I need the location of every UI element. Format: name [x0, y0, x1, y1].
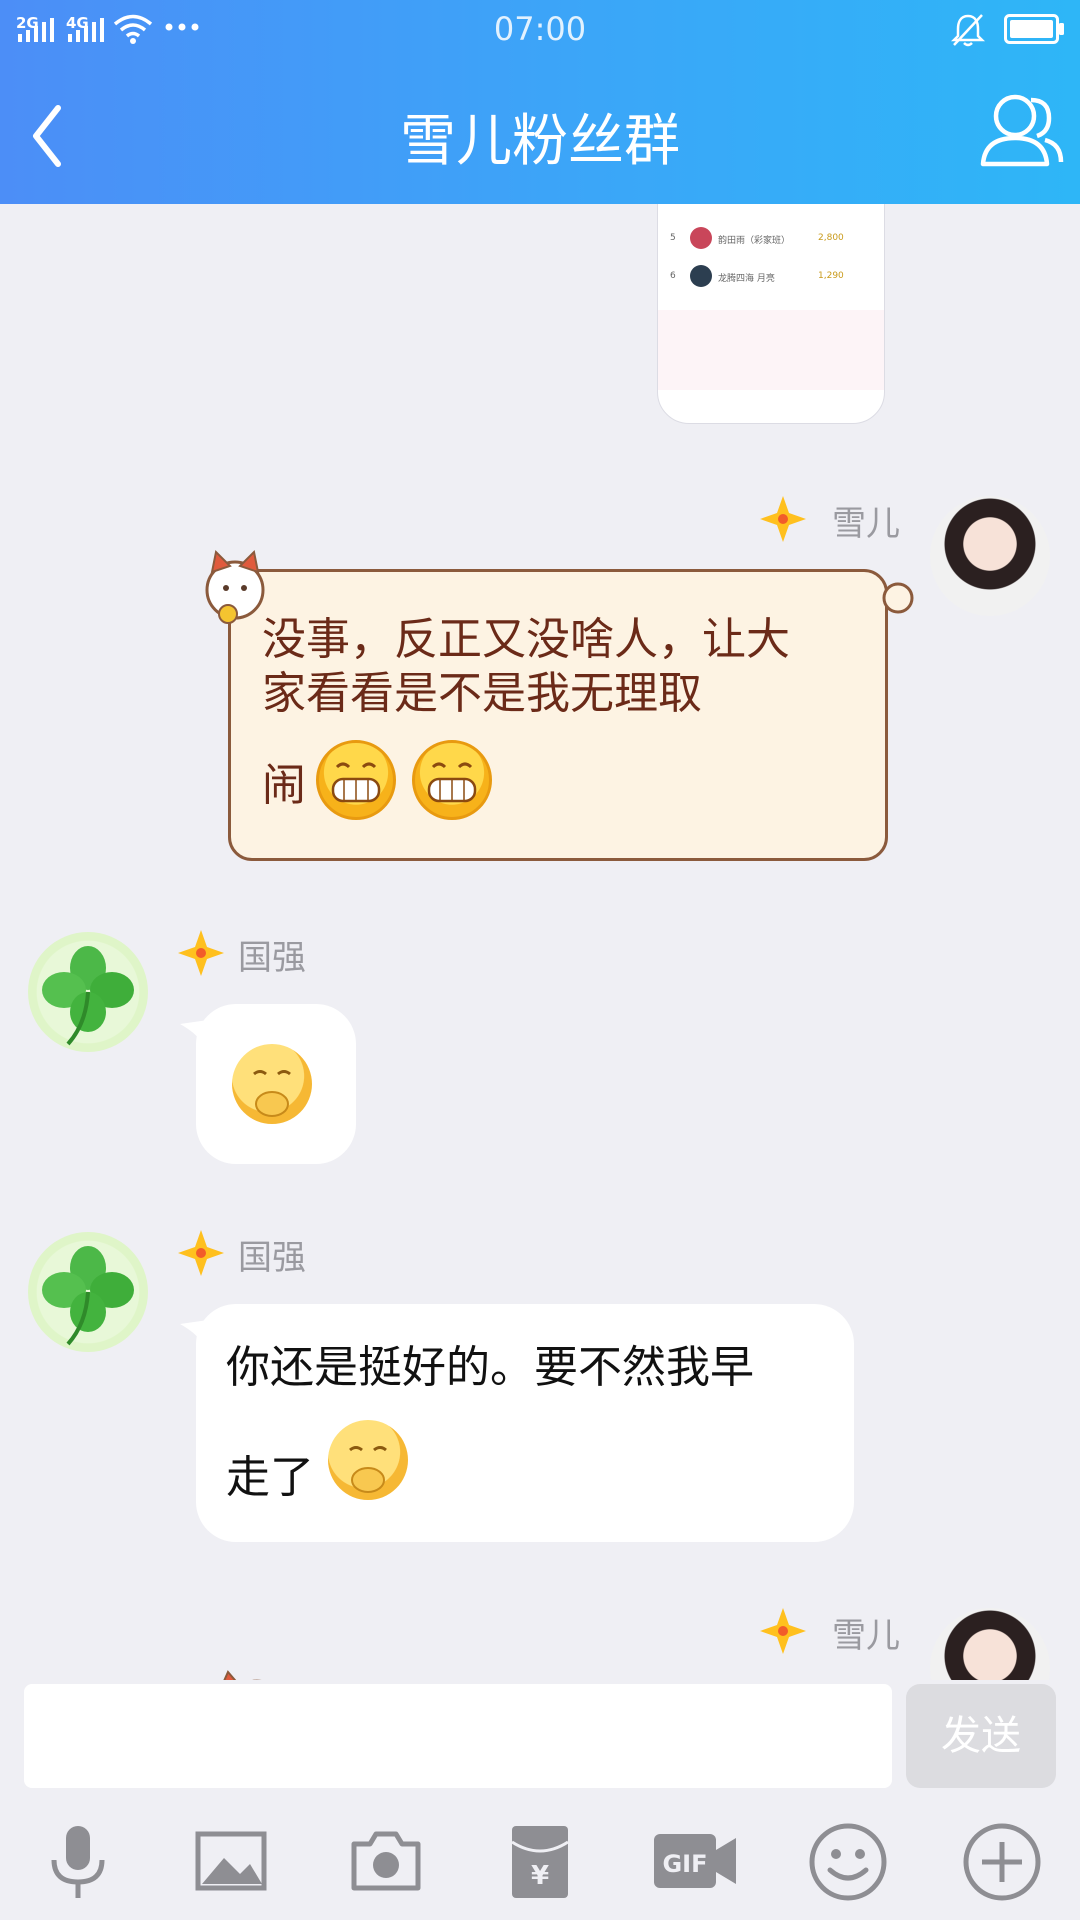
avatar [690, 265, 712, 287]
gif-button[interactable]: GIF [652, 1820, 738, 1904]
group-members-button[interactable] [975, 86, 1065, 176]
camera-button[interactable] [344, 1820, 428, 1904]
sender-name: 雪儿 [832, 504, 900, 544]
image-area [658, 310, 884, 390]
row-name: 韵田雨（彩家班） [718, 236, 791, 246]
message-text-line: 没事，反正又没啥人，让大 [262, 614, 790, 665]
sender-name: 国强 [238, 938, 306, 978]
star-badge-icon [178, 1230, 224, 1276]
row-value: 2,800 [818, 233, 844, 243]
rank-label: 5 [670, 233, 676, 243]
svg-text:¥: ¥ [531, 1861, 549, 1891]
grin-emoji-icon [316, 740, 396, 820]
image-icon [195, 1831, 267, 1891]
send-button[interactable]: 发送 [906, 1684, 1056, 1788]
chat-area[interactable]: 5 韵田雨（彩家班） 2,800 6 龙腾四海 月亮 1,290 雪儿 没事，反… [0, 204, 1080, 1680]
avatar[interactable] [930, 496, 1050, 616]
battery-icon [1004, 14, 1064, 44]
image-button[interactable] [190, 1820, 274, 1904]
list-item: 5 韵田雨（彩家班） 2,800 [658, 225, 884, 255]
message-text-line: 家看看是不是我无理取 [262, 668, 702, 719]
message-bubble[interactable] [196, 1304, 854, 1542]
avatar[interactable] [28, 1232, 148, 1352]
camera-icon [351, 1831, 421, 1891]
message-input[interactable] [24, 1684, 892, 1788]
row-name: 龙腾四海 月亮 [718, 274, 775, 284]
avatar[interactable] [930, 1608, 1050, 1680]
bubble-tail-icon [180, 1320, 208, 1346]
avatar [690, 227, 712, 249]
bubble-tail-icon [180, 1020, 208, 1046]
message-text-line: 闹 [262, 760, 306, 811]
people-icon [980, 94, 1064, 167]
gif-icon: GIF [654, 1834, 736, 1888]
input-bar: 发送 ¥ GIF [0, 1680, 1080, 1920]
shared-image-message[interactable]: 5 韵田雨（彩家班） 2,800 6 龙腾四海 月亮 1,290 [657, 204, 885, 424]
svg-text:GIF: GIF [662, 1850, 707, 1878]
page-title: 雪儿粉丝群 [400, 109, 680, 174]
avatar[interactable] [28, 932, 148, 1052]
red-packet-icon: ¥ [511, 1826, 569, 1898]
red-packet-button[interactable]: ¥ [498, 1820, 582, 1904]
sender-name: 国强 [238, 1238, 306, 1278]
emoji-icon [809, 1823, 887, 1901]
star-badge-icon [760, 1608, 806, 1654]
clover-icon [42, 946, 134, 1046]
header-bar: 2G 4G 07:00 雪儿粉丝群 [0, 0, 1080, 204]
lucky-cat-sticker-icon [223, 1670, 262, 1680]
list-item: 6 龙腾四海 月亮 1,290 [658, 263, 884, 293]
message-text-line: 走了 [226, 1452, 314, 1503]
more-button[interactable] [960, 1820, 1044, 1904]
mic-button[interactable] [36, 1820, 120, 1904]
clover-icon [42, 1246, 134, 1346]
star-badge-icon [760, 496, 806, 542]
plus-circle-icon [963, 1823, 1041, 1901]
scroll-curl-icon [882, 582, 914, 614]
message-text-line: 你还是挺好的。要不然我早 [226, 1342, 754, 1393]
shy-emoji-icon [328, 1420, 408, 1500]
emoji-button[interactable] [806, 1820, 890, 1904]
shy-emoji-icon [232, 1044, 312, 1124]
mic-icon [51, 1826, 105, 1898]
rank-label: 6 [670, 271, 676, 281]
row-value: 1,290 [818, 271, 844, 281]
status-time: 07:00 [493, 10, 587, 48]
status-bar: 2G 4G 07:00 [0, 0, 1080, 60]
grin-emoji-icon [412, 740, 492, 820]
mute-bell-icon [950, 14, 986, 47]
title-bar: 雪儿粉丝群 [0, 80, 1080, 180]
star-badge-icon [178, 930, 224, 976]
sender-name: 雪儿 [832, 1616, 900, 1656]
